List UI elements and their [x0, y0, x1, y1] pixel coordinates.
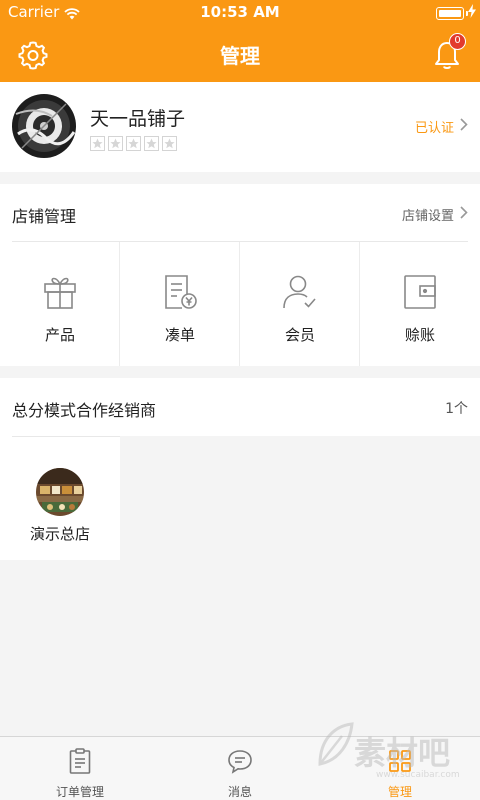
- chevron-right-icon: [460, 206, 468, 223]
- app-header: Carrier 10:53 AM 管理 0: [0, 0, 480, 82]
- store-settings-link[interactable]: 店铺设置: [402, 205, 468, 224]
- grid-item-members[interactable]: 会员: [240, 242, 360, 366]
- store-management-grid: 产品 凑单 会员 赊账: [0, 242, 480, 366]
- status-bar: Carrier 10:53 AM: [0, 0, 480, 26]
- shop-name: 天一品铺子: [90, 108, 186, 130]
- grid-label: 会员: [284, 326, 315, 344]
- star-icon: [162, 136, 177, 151]
- star-icon: [108, 136, 123, 151]
- section-title: 总分模式合作经销商: [12, 401, 157, 420]
- clipboard-icon: [66, 747, 94, 775]
- rating-stars: [90, 136, 177, 151]
- grid-item-products[interactable]: 产品: [0, 242, 120, 366]
- grid-label: 产品: [44, 326, 75, 344]
- charging-icon: [468, 4, 476, 22]
- grid-item-credit[interactable]: 赊账: [360, 242, 480, 366]
- chat-bubble-icon: [226, 747, 254, 775]
- watermark-text: 素材吧: [354, 734, 451, 772]
- tab-label: 订单管理: [55, 785, 104, 799]
- distributor-item[interactable]: 演示总店: [0, 436, 120, 560]
- distributor-count: 1个: [445, 401, 468, 417]
- grid-label: 凑单: [164, 326, 195, 344]
- divider: [12, 436, 120, 437]
- star-icon: [90, 136, 105, 151]
- wallet-icon: [400, 272, 440, 312]
- grid-label: 赊账: [404, 326, 435, 344]
- star-icon: [144, 136, 159, 151]
- watermark-url: www.sucaibar.com: [376, 770, 460, 780]
- chevron-right-icon: [460, 118, 468, 135]
- gift-box-icon: [40, 272, 80, 312]
- watermark-logo: 素材吧 www.sucaibar.com: [314, 716, 464, 786]
- tab-label: 消息: [227, 785, 252, 799]
- page-title: 管理: [220, 44, 260, 68]
- status-time: 10:53 AM: [200, 3, 280, 21]
- tab-orders[interactable]: 订单管理: [0, 737, 160, 800]
- section-title: 店铺管理: [12, 207, 77, 226]
- distributors-card: 总分模式合作经销商 1个: [0, 378, 480, 436]
- shop-avatar: [12, 94, 76, 158]
- tab-messages[interactable]: 消息: [160, 737, 320, 800]
- verified-link[interactable]: 已认证: [415, 117, 468, 136]
- store-management-card: 店铺管理 店铺设置 产品 凑单 会员 赊账: [0, 184, 480, 366]
- shop-profile[interactable]: 天一品铺子 已认证: [0, 82, 480, 172]
- store-photo-icon: [36, 468, 84, 516]
- verified-label: 已认证: [414, 121, 454, 136]
- notification-badge: 0: [449, 33, 466, 50]
- store-management-header: 店铺管理 店铺设置: [12, 184, 468, 242]
- battery-icon: [436, 7, 464, 20]
- leaf-icon: [318, 722, 354, 766]
- distributor-name: 演示总店: [29, 525, 90, 543]
- receipt-yen-icon: [160, 272, 200, 312]
- member-icon: [280, 272, 320, 312]
- distributors-header: 总分模式合作经销商 1个: [12, 378, 468, 436]
- store-settings-label: 店铺设置: [401, 209, 454, 224]
- grid-item-combine-order[interactable]: 凑单: [120, 242, 240, 366]
- battery-level: [438, 9, 461, 17]
- star-icon: [126, 136, 141, 151]
